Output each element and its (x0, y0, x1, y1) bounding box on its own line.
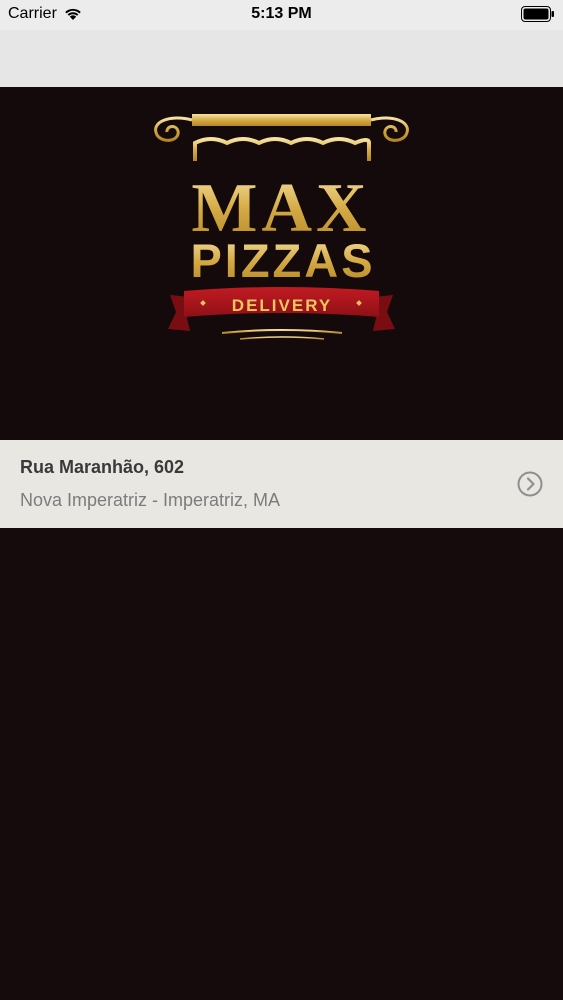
status-time: 5:13 PM (251, 5, 312, 22)
chevron-right-circle-icon[interactable] (516, 470, 544, 498)
logo-pizzas: PIZZAS (190, 234, 375, 287)
navigation-bar (0, 30, 563, 87)
column-capital-icon (154, 114, 409, 161)
address-street: Rua Maranhão, 602 (20, 457, 185, 477)
content-background (0, 528, 563, 1000)
logo-underline (221, 329, 343, 334)
battery-icon (521, 6, 554, 22)
address-card[interactable]: Rua Maranhão, 602 Nova Imperatriz - Impe… (0, 440, 563, 528)
address-city: Nova Imperatriz - Imperatriz, MA (20, 490, 281, 510)
logo-underline (239, 336, 325, 340)
status-bar: Carrier 5:13 PM (0, 0, 563, 30)
max-pizzas-logo: MAX PIZZAS DELIVERY (154, 114, 409, 340)
logo-delivery: DELIVERY (232, 296, 332, 315)
hero-banner: MAX PIZZAS DELIVERY (0, 87, 563, 440)
